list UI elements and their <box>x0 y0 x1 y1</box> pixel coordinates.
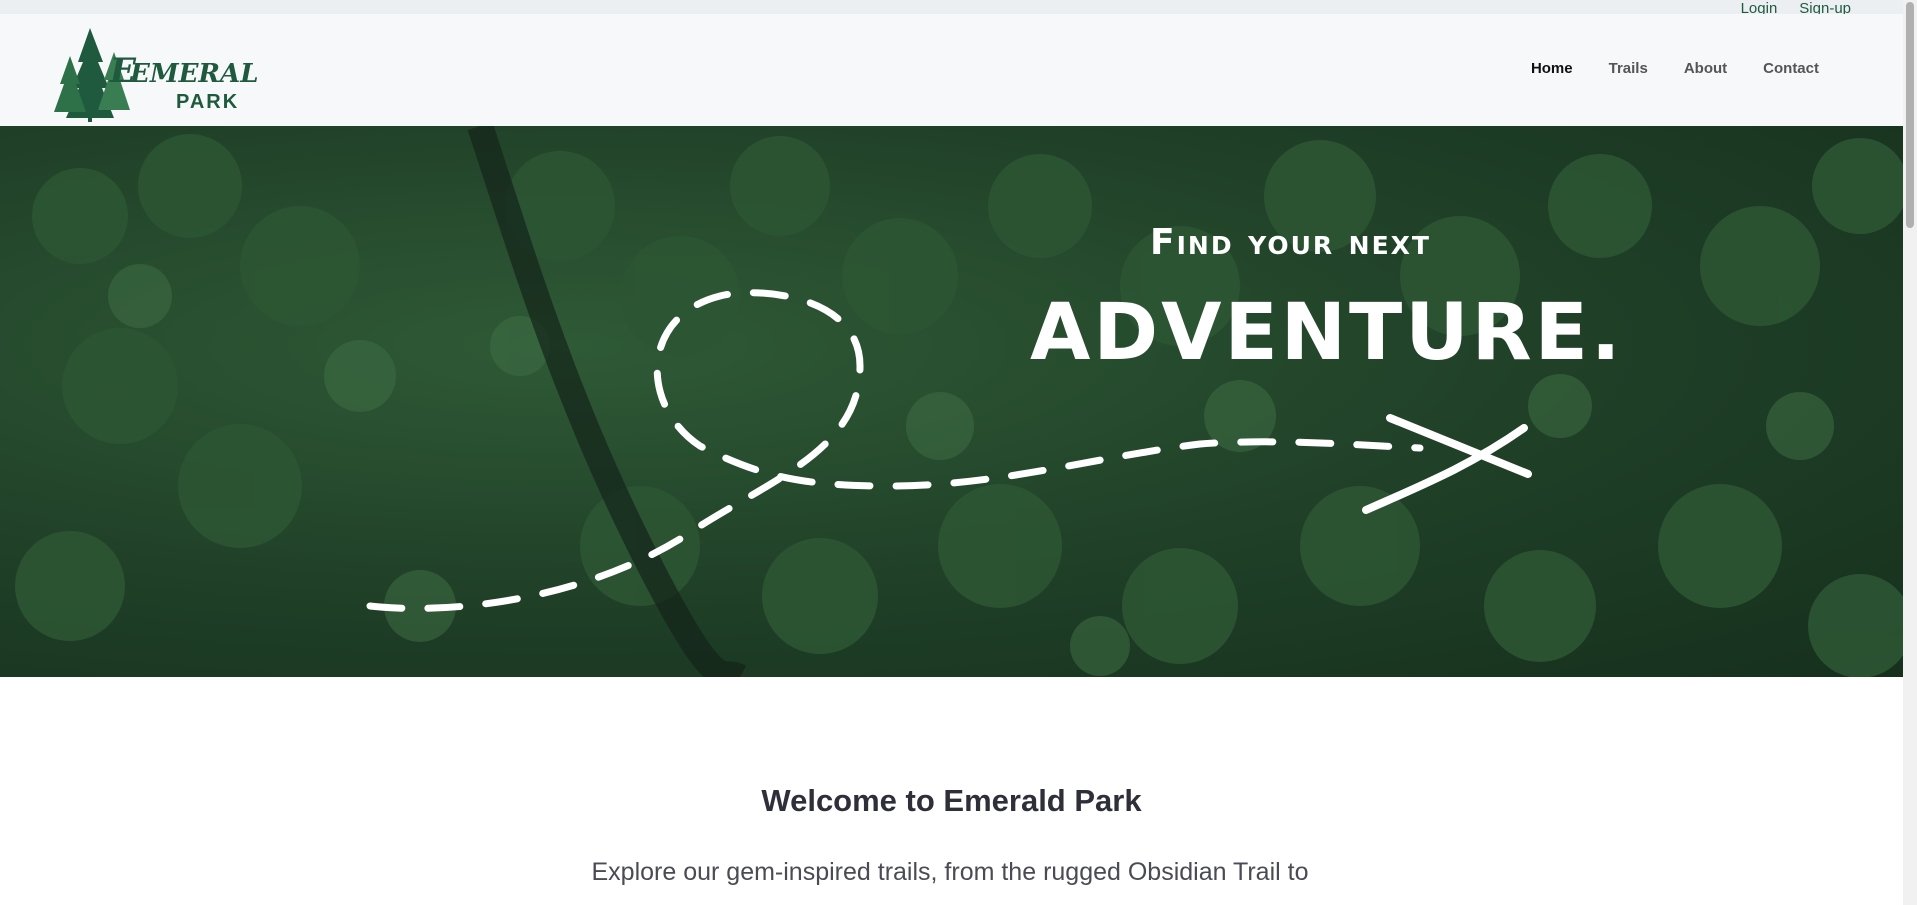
logo-wordmark-bottom: PARK <box>176 91 239 113</box>
page-scrollbar[interactable] <box>1903 0 1917 905</box>
site-logo[interactable]: E EMERALD PARK <box>48 22 258 124</box>
scrollbar-thumb[interactable] <box>1906 2 1914 228</box>
welcome-title: Welcome to Emerald Park <box>761 783 1142 818</box>
hero-headline: ADVENTURE. <box>1030 288 1624 378</box>
x-marks-the-spot-icon <box>1362 414 1532 514</box>
nav-about[interactable]: About <box>1684 60 1727 77</box>
logo-wordmark-top: EMERALD <box>129 59 258 89</box>
welcome-section: Welcome to Emerald Park Explore our gem-… <box>0 677 1903 905</box>
nav-home[interactable]: Home <box>1531 60 1573 77</box>
nav-trails[interactable]: Trails <box>1609 60 1648 77</box>
site-header: E EMERALD PARK Home Trails About Contact <box>0 14 1903 126</box>
welcome-text: Explore our gem-inspired trails, from th… <box>591 858 1309 886</box>
forest-background-image <box>15 126 1903 677</box>
nav-contact[interactable]: Contact <box>1763 60 1819 77</box>
main-nav: Home Trails About Contact <box>1531 60 1819 77</box>
hero-tagline: Find your next <box>1150 222 1431 263</box>
top-utility-bar <box>0 0 1903 14</box>
hero-banner: Find your next ADVENTURE. <box>0 126 1903 677</box>
